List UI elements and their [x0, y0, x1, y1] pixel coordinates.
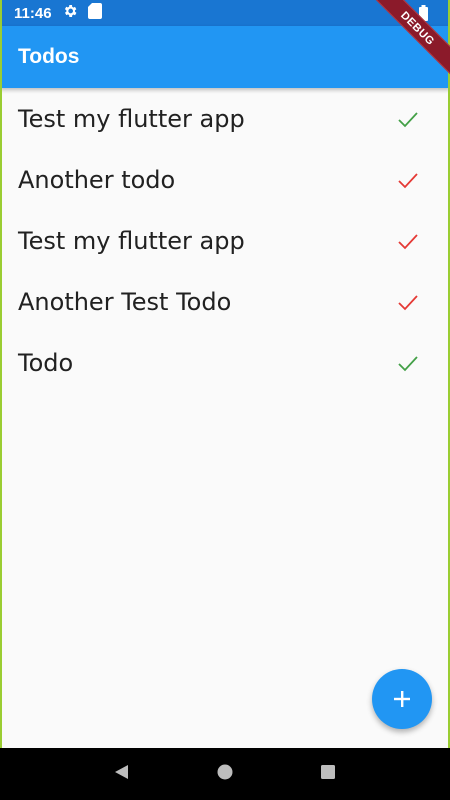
sd-card-icon	[87, 3, 102, 23]
todo-list: Test my flutter app Another todo Test my f…	[0, 88, 450, 393]
check-icon[interactable]	[396, 290, 420, 314]
status-time: 11:46	[14, 4, 52, 22]
plus-icon	[394, 691, 410, 707]
todo-item[interactable]: Todo	[0, 332, 450, 393]
todo-text: Test my flutter app	[18, 104, 245, 133]
frame-border-left	[0, 0, 2, 748]
todo-item[interactable]: Another todo	[0, 149, 450, 210]
check-icon[interactable]	[396, 351, 420, 375]
add-todo-button[interactable]	[372, 669, 432, 729]
todo-item[interactable]: Another Test Todo	[0, 271, 450, 332]
todo-text: Todo	[18, 348, 74, 377]
navigation-bar	[0, 748, 450, 800]
todo-text: Test my flutter app	[18, 226, 245, 255]
todo-text: Another todo	[18, 165, 176, 194]
back-icon[interactable]	[113, 763, 131, 786]
recents-icon[interactable]	[319, 763, 337, 786]
check-icon[interactable]	[396, 229, 420, 253]
gear-icon	[62, 3, 78, 23]
check-icon[interactable]	[396, 168, 420, 192]
app-bar: Todos	[0, 26, 450, 88]
todo-item[interactable]: Test my flutter app	[0, 210, 450, 271]
check-icon[interactable]	[396, 107, 420, 131]
todo-text: Another Test Todo	[18, 287, 232, 316]
page-title: Todos	[18, 45, 80, 68]
home-icon[interactable]	[216, 763, 234, 786]
device-screen: 11:46 Todos Test my flutter app Another t…	[0, 0, 450, 800]
todo-item[interactable]: Test my flutter app	[0, 88, 450, 149]
